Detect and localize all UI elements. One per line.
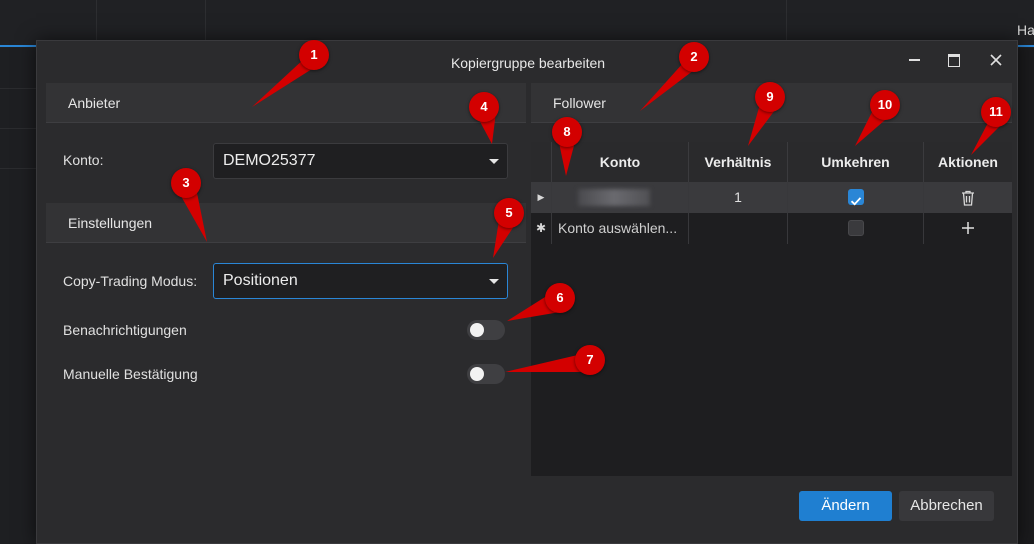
annotation-pointers — [177, 58, 1007, 372]
annotation-marker-11: 11 — [981, 97, 1011, 127]
annotation-marker-1: 1 — [299, 40, 329, 70]
annotation-marker-7: 7 — [575, 345, 605, 375]
annotation-marker-2: 2 — [679, 42, 709, 72]
annotation-marker-3: 3 — [171, 168, 201, 198]
annotation-marker-8: 8 — [552, 117, 582, 147]
annotation-marker-10: 10 — [870, 90, 900, 120]
annotation-marker-6: 6 — [545, 283, 575, 313]
annotation-marker-5: 5 — [494, 198, 524, 228]
annotation-marker-9: 9 — [755, 82, 785, 112]
annotation-marker-4: 4 — [469, 92, 499, 122]
